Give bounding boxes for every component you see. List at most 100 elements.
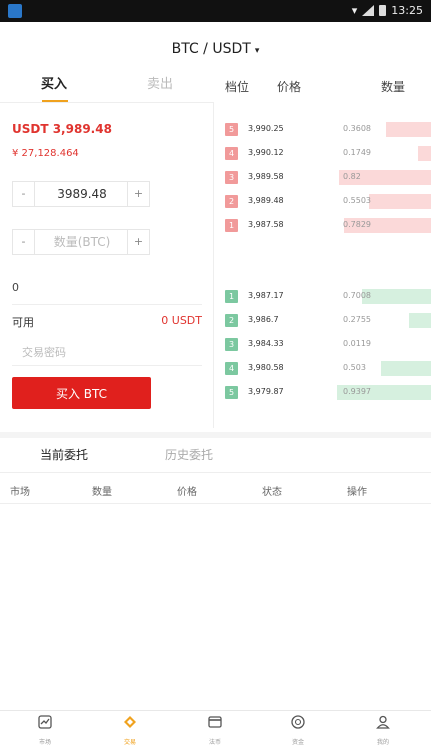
tab-label: 市场 [38,739,51,746]
bid-row[interactable]: 2 3,986.7 0.2755 [213,311,431,330]
card-icon [208,716,222,728]
order-quantity: 0.7008 [343,291,371,300]
depth-bar [418,146,431,161]
level-badge: 5 [225,123,238,136]
tab-label: 我的 [376,739,389,746]
level-header: 档位 [225,80,250,94]
amount-input[interactable] [35,230,129,254]
price-plus-button[interactable]: + [127,182,149,206]
tab-profile[interactable]: 我的 [353,715,413,746]
depth-bar [386,122,431,137]
person-icon [376,715,390,729]
orders-tabs: 当前委托 历史委托 [0,432,431,470]
col-quantity: 数量 [92,487,112,498]
tab-buy[interactable]: 买入 [34,72,74,102]
amount-minus-button[interactable]: - [13,230,35,254]
bid-row[interactable]: 5 3,979.87 0.9397 [213,383,431,402]
price-minus-button[interactable]: - [13,182,35,206]
level-badge: 2 [225,195,238,208]
tab-fiat[interactable]: 法币 [185,715,245,746]
signal-icon [362,5,375,16]
tab-label: 法币 [208,739,221,746]
order-price: 3,979.87 [248,387,284,396]
pair-title: BTC / USDT [171,41,251,57]
cny-balance: ¥ 27,128.464 [12,148,79,159]
orders-table-header: 市场 数量 价格 状态 操作 [0,472,431,504]
depth-bar [409,313,431,328]
bid-row[interactable]: 4 3,980.58 0.503 [213,359,431,378]
price-header: 价格 [277,80,302,94]
order-price: 3,990.12 [248,148,284,157]
order-quantity: 0.0119 [343,339,371,348]
order-price: 3,987.58 [248,220,284,229]
price-stepper: - + [12,181,150,207]
order-quantity: 0.82 [343,172,361,181]
amount-plus-button[interactable]: + [127,230,149,254]
pair-selector[interactable]: BTC / USDT ▾ [0,30,431,68]
trade-tabs: 买入 卖出 [0,72,213,102]
exchange-icon [124,716,136,728]
status-bar: ▾ 13:25 [0,0,431,22]
ask-row[interactable]: 2 3,989.48 0.5503 [213,192,431,211]
ask-row[interactable]: 1 3,987.58 0.7829 [213,216,431,235]
app-notification-icon [8,4,22,18]
col-market: 市场 [10,487,30,498]
order-price: 3,990.25 [248,124,284,133]
order-price: 3,980.58 [248,363,284,372]
ask-row[interactable]: 3 3,989.58 0.82 [213,168,431,187]
ask-row[interactable]: 4 3,990.12 0.1749 [213,144,431,163]
order-price: 3,986.7 [248,315,279,324]
order-quantity: 0.7829 [343,220,371,229]
depth-bar [369,194,431,209]
battery-icon [379,5,387,16]
available-value: 0 USDT [161,314,202,327]
order-quantity: 0.2755 [343,315,371,324]
level-badge: 1 [225,290,238,303]
quantity-header: 数量 [381,80,406,94]
order-quantity: 0.5503 [343,196,371,205]
tab-sell[interactable]: 卖出 [140,72,180,102]
buy-btc-button[interactable]: 买入 BTC [12,377,151,409]
bid-row[interactable]: 3 3,984.33 0.0119 [213,335,431,354]
level-badge: 4 [225,362,238,375]
order-price: 3,984.33 [248,339,284,348]
bottom-tab-bar: 市场 交易 法币 资金 我的 [0,710,431,755]
tab-label: 资金 [291,739,304,746]
order-quantity: 0.1749 [343,148,371,157]
clock: 13:25 [391,4,423,17]
level-badge: 3 [225,338,238,351]
level-badge: 4 [225,147,238,160]
order-price: 3,989.48 [248,196,284,205]
col-status: 状态 [262,487,282,498]
coin-icon [291,715,305,729]
chart-icon [38,715,52,729]
available-label: 可用 [12,316,34,329]
orderbook-header: 档位 价格 数量 [213,72,431,102]
order-quantity: 0.9397 [343,387,371,396]
order-quantity: 0.503 [343,363,366,372]
order-price: 3,989.58 [248,172,284,181]
order-quantity: 0.3608 [343,124,371,133]
tab-order-history[interactable]: 历史委托 [165,446,213,463]
ask-row[interactable]: 5 3,990.25 0.3608 [213,120,431,139]
depth-bar [362,289,431,304]
amount-stepper: - + [12,229,150,255]
tab-current-orders[interactable]: 当前委托 [40,446,88,463]
tab-funds[interactable]: 资金 [268,715,328,746]
trade-password-input[interactable] [12,340,202,366]
system-indicators: ▾ 13:25 [352,4,423,17]
tab-market[interactable]: 市场 [15,715,75,746]
col-action: 操作 [347,487,367,498]
tab-trade[interactable]: 交易 [100,715,160,746]
level-badge: 3 [225,171,238,184]
order-price: 3,987.17 [248,291,284,300]
level-badge: 2 [225,314,238,327]
col-price: 价格 [177,487,197,498]
chevron-down-icon: ▾ [254,46,260,56]
wifi-icon: ▾ [351,4,358,17]
usdt-balance: USDT 3,989.48 [12,122,112,136]
price-input[interactable] [35,182,129,206]
bid-row[interactable]: 1 3,987.17 0.7008 [213,287,431,306]
depth-bar [381,361,431,376]
level-badge: 1 [225,219,238,232]
